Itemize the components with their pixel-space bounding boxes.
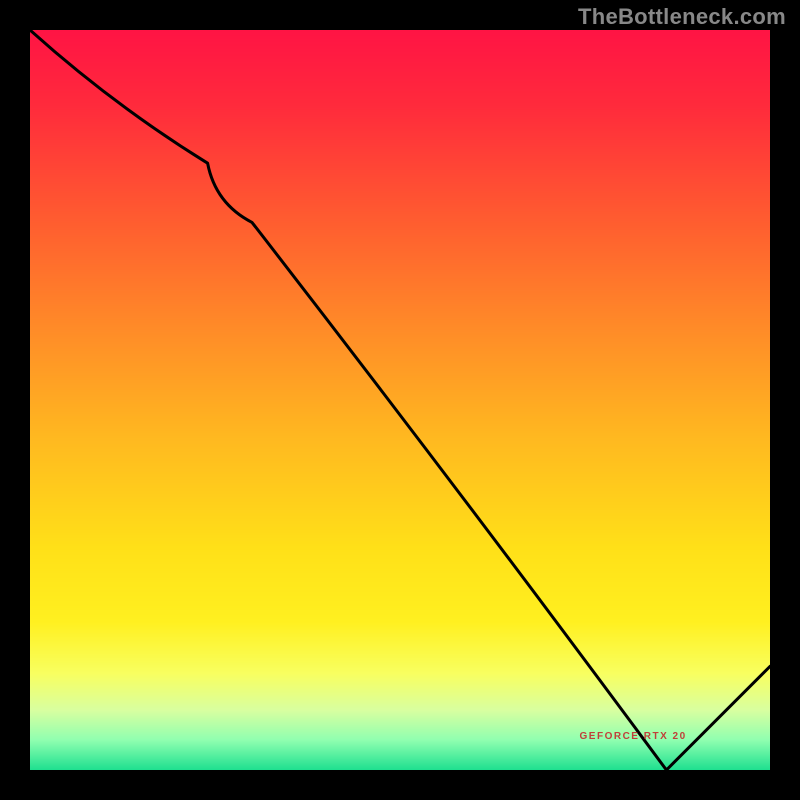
watermark-text: TheBottleneck.com — [578, 4, 786, 30]
curve-overlay — [30, 30, 770, 770]
main-curve — [30, 30, 770, 770]
plot-area: GEFORCE RTX 20 — [30, 30, 770, 770]
chart-root: TheBottleneck.com GEFORCE RTX 20 — [0, 0, 800, 800]
